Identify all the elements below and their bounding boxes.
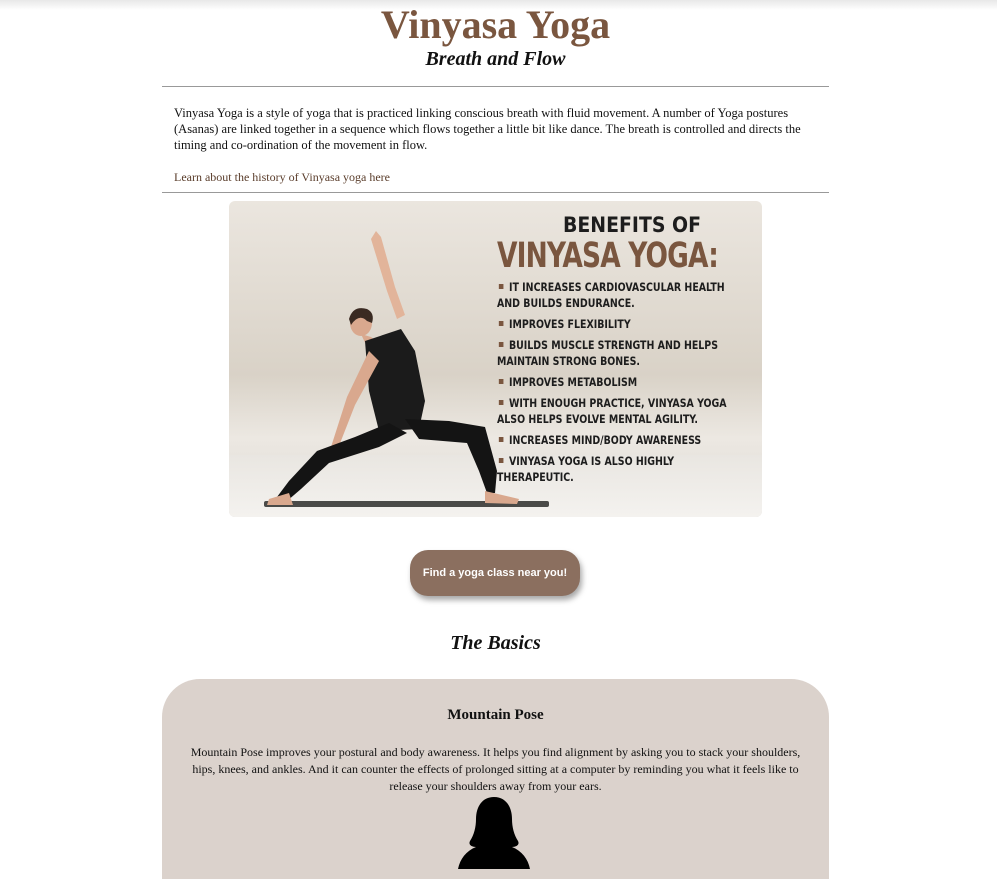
pose-card-description: Mountain Pose improves your postural and…	[190, 745, 801, 793]
benefit-item: IMPROVES FLEXIBILITY	[497, 316, 745, 332]
benefits-heading-line2: VINYASA YOGA:	[497, 236, 719, 276]
history-link[interactable]: Learn about the history of Vinyasa yoga …	[174, 170, 390, 185]
benefits-list: IT INCREASES CARDIOVASCULAR HEALTH AND B…	[497, 279, 757, 485]
bullet-icon	[498, 321, 504, 326]
bullet-icon	[498, 400, 504, 405]
divider-bottom	[162, 192, 829, 193]
mountain-pose-silhouette-image	[458, 797, 530, 869]
benefit-item: INCREASES MIND/BODY AWARENESS	[497, 432, 745, 448]
bullet-icon	[498, 342, 504, 347]
benefit-item: IT INCREASES CARDIOVASCULAR HEALTH AND B…	[497, 280, 725, 310]
intro-paragraph: Vinyasa Yoga is a style of yoga that is …	[174, 106, 801, 152]
find-yoga-class-button[interactable]: Find a yoga class near you!	[410, 550, 580, 596]
benefits-list-panel: BENEFITS OF VINYASA YOGA: IT INCREASES C…	[497, 213, 757, 490]
basics-heading: The Basics	[450, 632, 541, 654]
benefits-heading-line1: BENEFITS OF	[563, 213, 701, 237]
page-title: Vinyasa Yoga	[380, 2, 611, 47]
benefit-item: VINYASA YOGA IS ALSO HIGHLY THERAPEUTIC.	[497, 454, 675, 484]
pose-card-mountain: Mountain Pose Mountain Pose improves you…	[162, 679, 829, 879]
bullet-icon	[498, 458, 504, 463]
benefit-item: WITH ENOUGH PRACTICE, VINYASA YOGA ALSO …	[497, 396, 727, 426]
divider-top	[162, 86, 829, 87]
bullet-icon	[498, 437, 504, 442]
yoga-woman-figure	[267, 231, 519, 505]
benefits-banner-image: BENEFITS OF VINYASA YOGA: IT INCREASES C…	[229, 201, 762, 517]
benefit-item: IMPROVES METABOLISM	[497, 374, 745, 390]
benefit-item: BUILDS MUSCLE STRENGTH AND HELPS MAINTAI…	[497, 338, 719, 368]
bullet-icon	[498, 379, 504, 384]
pose-card-title: Mountain Pose	[447, 707, 544, 723]
bullet-icon	[498, 284, 504, 289]
page-subtitle: Breath and Flow	[425, 48, 566, 70]
